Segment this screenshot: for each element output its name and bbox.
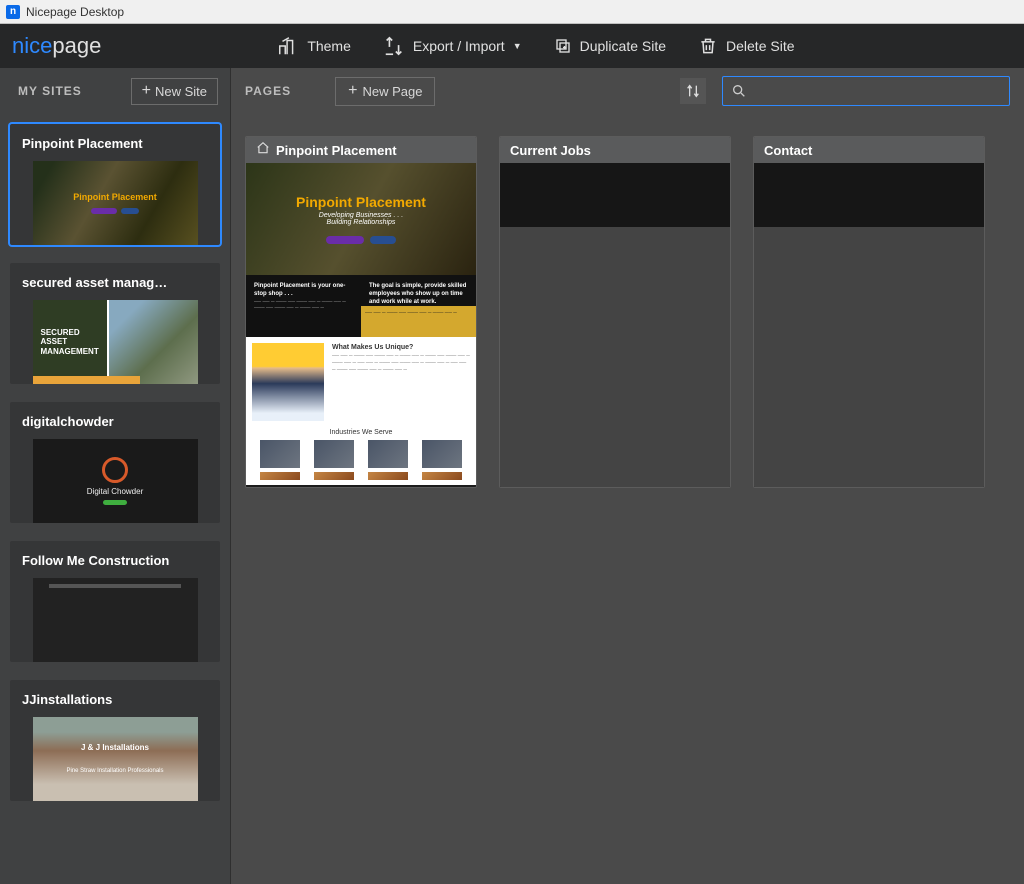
theme-label: Theme xyxy=(307,38,351,54)
site-card-title: JJinstallations xyxy=(10,680,220,717)
export-import-button[interactable]: Export / Import ▼ xyxy=(377,31,528,61)
sites-list[interactable]: Pinpoint Placement Pinpoint Placement se… xyxy=(0,114,230,884)
site-thumbnail: Digital Chowder xyxy=(33,439,198,523)
trash-icon xyxy=(698,36,718,56)
site-card-jj[interactable]: JJinstallations J & J Installations Pine… xyxy=(10,680,220,801)
sidebar: MY SITES + New Site Pinpoint Placement P… xyxy=(0,68,231,884)
sidebar-title: MY SITES xyxy=(18,84,82,98)
window-titlebar: n Nicepage Desktop xyxy=(0,0,1024,24)
site-thumbnail: J & J Installations Pine Straw Installat… xyxy=(33,717,198,801)
page-thumbnail xyxy=(500,163,730,487)
pages-grid: Pinpoint Placement Pinpoint Placement De… xyxy=(231,114,1024,884)
site-thumbnail xyxy=(33,578,198,662)
new-page-label: New Page xyxy=(362,84,422,99)
thumb-sam-text: SECURED ASSET MANAGEMENT xyxy=(41,328,99,357)
site-card-title: secured asset manag… xyxy=(10,263,220,300)
logo-part1: nice xyxy=(12,33,52,58)
app-body: MY SITES + New Site Pinpoint Placement P… xyxy=(0,68,1024,884)
site-card-sam[interactable]: secured asset manag… SECURED ASSET MANAG… xyxy=(10,263,220,384)
page-card-pinpoint[interactable]: Pinpoint Placement Pinpoint Placement De… xyxy=(245,136,477,488)
page-card-header: Contact xyxy=(754,137,984,163)
sidebar-header: MY SITES + New Site xyxy=(0,68,230,114)
preview-dark-left-title: Pinpoint Placement is your one-stop shop… xyxy=(254,283,345,297)
window-title: Nicepage Desktop xyxy=(26,5,124,19)
top-toolbar: nicepage Theme Export / Import ▼ D xyxy=(0,24,1024,68)
duplicate-site-button[interactable]: Duplicate Site xyxy=(548,33,672,59)
new-page-button[interactable]: + New Page xyxy=(335,77,435,106)
new-site-button[interactable]: + New Site xyxy=(131,78,218,105)
duplicate-icon xyxy=(554,37,572,55)
page-thumbnail: Pinpoint Placement Developing Businesses… xyxy=(246,163,476,487)
thumb-dc-title: Digital Chowder xyxy=(87,487,143,496)
home-icon xyxy=(256,141,270,160)
delete-site-label: Delete Site xyxy=(726,38,794,54)
thumb-jj-sub: Pine Straw Installation Professionals xyxy=(66,768,163,774)
preview-hero-sub2: Building Relationships xyxy=(327,219,396,226)
site-card-title: Pinpoint Placement xyxy=(10,124,220,161)
site-card-followme[interactable]: Follow Me Construction xyxy=(10,541,220,662)
sort-icon xyxy=(685,83,701,99)
export-import-icon xyxy=(383,35,405,57)
pages-label: PAGES xyxy=(245,84,291,98)
plus-icon: + xyxy=(142,85,151,97)
new-site-label: New Site xyxy=(155,84,207,99)
app-logo: nicepage xyxy=(12,33,101,59)
logo-part2: page xyxy=(52,33,101,58)
site-card-title: Follow Me Construction xyxy=(10,541,220,578)
site-card-title: digitalchowder xyxy=(10,402,220,439)
export-import-label: Export / Import xyxy=(413,38,505,54)
theme-icon xyxy=(277,35,299,57)
preview-hero-sub1: Developing Businesses . . . xyxy=(319,212,403,219)
page-card-current-jobs[interactable]: Current Jobs xyxy=(499,136,731,488)
page-card-header: Pinpoint Placement xyxy=(246,137,476,163)
page-thumbnail xyxy=(754,163,984,487)
search-box[interactable] xyxy=(722,76,1010,106)
site-card-pinpoint[interactable]: Pinpoint Placement Pinpoint Placement xyxy=(10,124,220,245)
plus-icon: + xyxy=(348,85,357,97)
page-card-title: Pinpoint Placement xyxy=(276,143,397,158)
search-input[interactable] xyxy=(747,84,1009,99)
sort-button[interactable] xyxy=(680,78,706,104)
thumb-jj-title: J & J Installations xyxy=(81,743,149,752)
thumb-pinpoint-title: Pinpoint Placement xyxy=(73,192,157,202)
app-icon: n xyxy=(6,5,20,19)
content-area: PAGES + New Page xyxy=(231,68,1024,884)
duplicate-site-label: Duplicate Site xyxy=(580,38,666,54)
site-card-digitalchowder[interactable]: digitalchowder Digital Chowder xyxy=(10,402,220,523)
site-thumbnail: Pinpoint Placement xyxy=(33,161,198,245)
preview-hero-title: Pinpoint Placement xyxy=(296,194,426,210)
preview-dark-right-title: The goal is simple, provide skilled empl… xyxy=(369,283,466,305)
caret-down-icon: ▼ xyxy=(513,41,522,51)
preview-industries-title: Industries We Serve xyxy=(246,425,476,440)
content-header: PAGES + New Page xyxy=(231,68,1024,114)
preview-white-heading: What Makes Us Unique? xyxy=(332,344,413,351)
page-card-header: Current Jobs xyxy=(500,137,730,163)
page-card-title: Contact xyxy=(764,143,812,158)
site-thumbnail: SECURED ASSET MANAGEMENT xyxy=(33,300,198,384)
search-icon xyxy=(731,83,747,99)
page-card-contact[interactable]: Contact xyxy=(753,136,985,488)
delete-site-button[interactable]: Delete Site xyxy=(692,32,800,60)
theme-button[interactable]: Theme xyxy=(271,31,357,61)
page-card-title: Current Jobs xyxy=(510,143,591,158)
